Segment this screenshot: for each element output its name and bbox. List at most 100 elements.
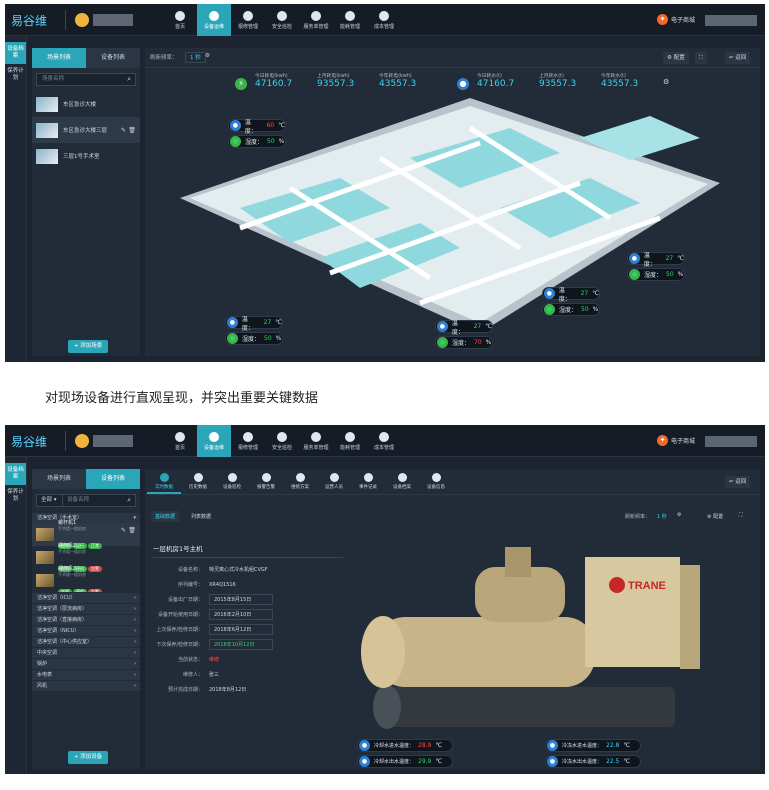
device-item[interactable]: 螺杆机3 手术楼一楼机房 在线 停机 告警 <box>32 566 140 595</box>
search-icon[interactable]: ⌕ <box>127 495 131 506</box>
reading-cooling-in[interactable]: ● 冷却水进水温度： 28.9 ℃ <box>357 739 453 752</box>
humidity-sensor[interactable]: ● 湿度： 70% <box>435 336 493 349</box>
subnav-info[interactable]: 设备信息 <box>419 469 453 494</box>
device-search-input[interactable]: 全部 ▾ 设备名称 ⌕ <box>36 494 136 507</box>
rail-maintenance-plan[interactable]: 保养计划 <box>5 485 26 507</box>
temperature-sensor[interactable]: ● 温度： 27 ℃ <box>435 320 493 336</box>
tab-basic-data[interactable]: 基础数据 <box>151 511 180 522</box>
refresh-select[interactable]: 1 秒 <box>657 513 667 520</box>
temperature-sensor[interactable]: ● 温度： 27 ℃ <box>225 316 283 332</box>
edit-icon[interactable]: ✎ <box>121 127 126 134</box>
device-category[interactable]: 洁净空调（NICU） › <box>32 625 140 636</box>
nav-home[interactable]: 首页 <box>163 425 197 457</box>
device-category[interactable]: 锅炉 › <box>32 658 140 669</box>
shop-link[interactable]: ✦ 电子商城 <box>657 435 695 446</box>
nav-home[interactable]: 首页 <box>163 4 197 36</box>
humidity-sensor[interactable]: ● 湿度： 50% <box>225 332 283 345</box>
settings-icon[interactable]: ⚙ <box>677 512 681 518</box>
shield-icon <box>277 431 287 442</box>
refresh-select[interactable]: 1 秒 <box>185 52 206 63</box>
temperature-sensor[interactable]: ● 温度： 60 ℃ <box>228 119 286 135</box>
nav-inspection[interactable]: 安全巡检 <box>265 425 299 457</box>
device-category[interactable]: 洁净空调（直接病房） › <box>32 614 140 625</box>
subnav-repair[interactable]: 维修方案 <box>283 469 317 494</box>
nav-energy[interactable]: 能耗管理 <box>333 4 367 36</box>
back-button[interactable]: ⇐ 返回 <box>725 476 751 488</box>
delete-icon[interactable]: 🗑 <box>128 527 136 534</box>
settings-icon[interactable]: ⚙ <box>205 53 210 59</box>
chevron-right-icon: › <box>134 595 136 601</box>
rail-maintenance-plan[interactable]: 保养计划 <box>5 64 26 86</box>
back-button[interactable]: ⇐ 返回 <box>725 52 751 64</box>
chiller-end-cap <box>373 685 401 729</box>
reading-chilled-out[interactable]: ● 冷冻水出水温度： 22.5 ℃ <box>545 755 641 768</box>
caption-text: 对现场设备进行直观呈现，并突出重要关键数据 <box>45 391 319 406</box>
home-icon <box>175 431 185 442</box>
subnav-history[interactable]: 历史数据 <box>181 469 215 494</box>
nav-repair[interactable]: 报修管理 <box>231 425 265 457</box>
scene-item[interactable]: 三层1号手术室 <box>32 143 140 169</box>
device-category[interactable]: 洁净空调（层流病房） › <box>32 603 140 614</box>
thermometer-icon: ● <box>547 740 558 751</box>
nav-service[interactable]: 服务单管理 <box>299 4 333 36</box>
shop-link[interactable]: ✦ 电子商城 <box>657 14 695 25</box>
tab-scene-list[interactable]: 场景列表 <box>32 48 86 68</box>
subnav-archive[interactable]: 设备档案 <box>385 469 419 494</box>
device-category[interactable]: 洁净空调（中心供应室） › <box>32 636 140 647</box>
humidity-sensor[interactable]: ● 湿度： 50% <box>228 135 286 148</box>
tab-device-list[interactable]: 设备列表 <box>86 469 140 489</box>
subnav-inspection[interactable]: 设备巡检 <box>215 469 249 494</box>
thermometer-icon: ● <box>359 756 370 767</box>
device-category[interactable]: 中央空调 › <box>32 647 140 658</box>
fullscreen-icon[interactable]: ⛶ <box>695 52 707 64</box>
reading-cooling-out[interactable]: ● 冷却水出水温度： 29.9 ℃ <box>357 755 453 768</box>
scene-search-input[interactable]: 场景名称 ⌕ <box>36 73 136 86</box>
subnav-staff[interactable]: 运营人员 <box>317 469 351 494</box>
temperature-sensor[interactable]: ● 温度： 27 ℃ <box>542 287 600 303</box>
subnav-realtime[interactable]: 实时数据 <box>147 469 181 494</box>
tab-scene-list[interactable]: 场景列表 <box>32 469 86 489</box>
nav-cost[interactable]: 成本管理 <box>367 425 401 457</box>
chiller-model: TRANE <box>361 547 700 729</box>
device-category[interactable]: 水电表 › <box>32 669 140 680</box>
subnav-events[interactable]: 事件记录 <box>351 469 385 494</box>
scene-item[interactable]: 东区急诊大楼 <box>32 91 140 117</box>
user-name-blurred <box>705 436 757 447</box>
fullscreen-icon[interactable]: ⛶ <box>739 512 743 518</box>
nav-device-ops[interactable]: 设备运维 <box>197 4 231 36</box>
scene-item[interactable]: 东区急诊大楼三层 ✎ 🗑 <box>32 117 140 143</box>
power-stats: ⚡ 今日耗电(kwh) 47160.7 上月耗电(kwh) 93557.3 今年耗电… <box>235 72 441 90</box>
delete-icon[interactable]: 🗑 <box>128 127 136 134</box>
nav-cost[interactable]: 成本管理 <box>367 4 401 36</box>
config-button[interactable]: ⚙ 配置 <box>707 513 723 520</box>
device-thumbnail <box>36 574 54 587</box>
rail-device-archive[interactable]: 设备档案 <box>5 463 26 485</box>
filter-select[interactable]: 全部 ▾ <box>37 495 63 506</box>
tab-device-list[interactable]: 设备列表 <box>86 48 140 68</box>
field-row: 维修人： 张三 <box>182 672 220 678</box>
inner-toolbar: 基础数据 列表数据 刷新频率： 1 秒 ⚙ ⚙ 配置 ⛶ <box>145 509 760 525</box>
add-scene-button[interactable]: + 添加场景 <box>68 340 108 353</box>
device-thumbnail <box>36 528 54 541</box>
nav-repair[interactable]: 报修管理 <box>231 4 265 36</box>
reading-chilled-in[interactable]: ● 冷冻水进水温度： 22.8 ℃ <box>545 739 641 752</box>
config-button[interactable]: ⚙ 配置 <box>663 52 689 64</box>
device-category[interactable]: 风机 › <box>32 680 140 691</box>
temperature-sensor[interactable]: ● 温度： 27 ℃ <box>627 252 685 268</box>
scene-thumbnail <box>36 96 58 112</box>
nav-energy[interactable]: 能耗管理 <box>333 425 367 457</box>
humidity-sensor[interactable]: ● 湿度： 50% <box>627 268 685 281</box>
search-icon[interactable]: ⌕ <box>127 74 131 85</box>
settings-icon[interactable]: ⚙ <box>663 78 669 90</box>
humidity-sensor[interactable]: ● 湿度： 50% <box>542 303 600 316</box>
rail-device-archive[interactable]: 设备档案 <box>5 42 26 64</box>
tab-list-data[interactable]: 列表数据 <box>187 511 215 522</box>
subnav-alarm[interactable]: 报警告警 <box>249 469 283 494</box>
device-category[interactable]: 洁净空调（ICU） › <box>32 592 140 603</box>
add-device-button[interactable]: + 添加设备 <box>68 751 108 764</box>
nav-inspection[interactable]: 安全巡检 <box>265 4 299 36</box>
nav-device-ops[interactable]: 设备运维 <box>197 425 231 457</box>
edit-icon[interactable]: ✎ <box>121 527 126 534</box>
nav-service[interactable]: 服务单管理 <box>299 425 333 457</box>
humidity-icon: ● <box>544 304 555 315</box>
